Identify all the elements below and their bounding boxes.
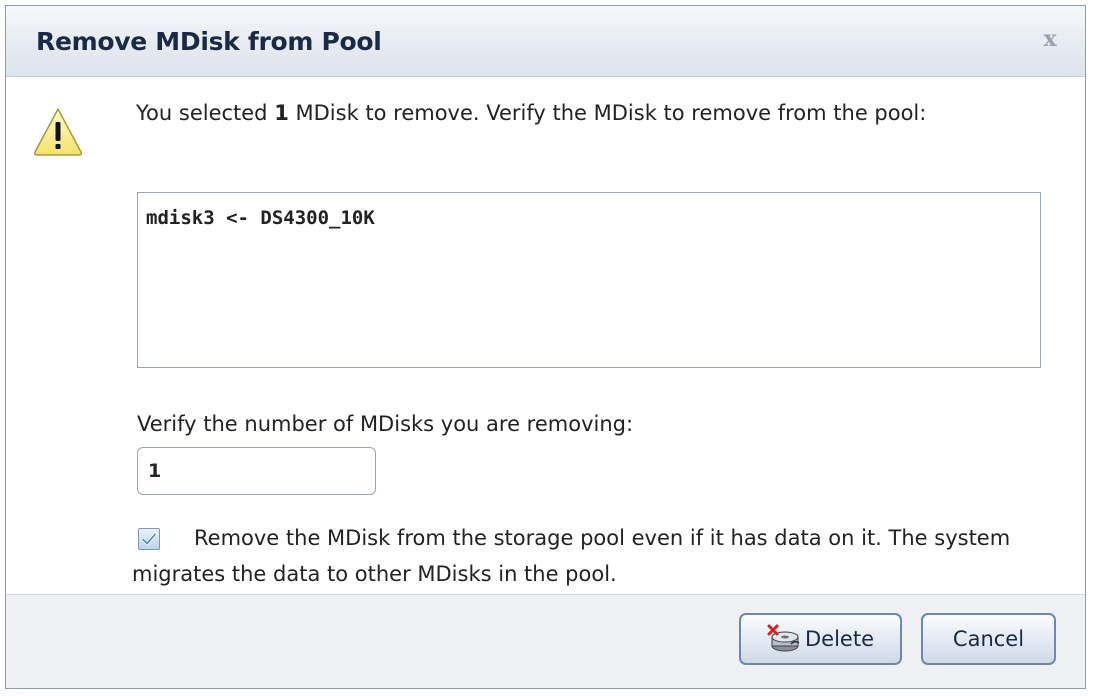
verify-count-label: Verify the number of MDisks you are remo… bbox=[137, 412, 634, 436]
mdisk-listbox[interactable]: mdisk3 <- DS4300_10K bbox=[137, 192, 1041, 368]
dialog-footer: Delete Cancel bbox=[6, 594, 1085, 688]
close-button[interactable]: x bbox=[1037, 26, 1063, 52]
delete-button[interactable]: Delete bbox=[739, 613, 902, 665]
delete-disk-icon bbox=[767, 624, 801, 654]
dialog-title: Remove MDisk from Pool bbox=[36, 27, 382, 56]
mdisk-count-input[interactable] bbox=[137, 447, 376, 495]
force-remove-label: Remove the MDisk from the storage pool e… bbox=[132, 526, 1011, 586]
selected-count: 1 bbox=[274, 101, 289, 125]
remove-mdisk-dialog: Remove MDisk from Pool x You selected 1 … bbox=[5, 5, 1086, 689]
cancel-button[interactable]: Cancel bbox=[921, 613, 1056, 665]
message-suffix: MDisk to remove. Verify the MDisk to rem… bbox=[288, 101, 927, 125]
message-prefix: You selected bbox=[136, 101, 275, 125]
selection-message: You selected 1 MDisk to remove. Verify t… bbox=[136, 98, 1036, 128]
force-remove-checkbox[interactable] bbox=[138, 528, 160, 550]
check-icon bbox=[141, 533, 157, 545]
delete-button-label: Delete bbox=[805, 627, 874, 651]
dialog-titlebar[interactable]: Remove MDisk from Pool x bbox=[6, 6, 1085, 77]
cancel-button-label: Cancel bbox=[952, 627, 1025, 651]
list-item: mdisk3 <- DS4300_10K bbox=[146, 207, 375, 229]
warning-icon bbox=[32, 106, 84, 158]
